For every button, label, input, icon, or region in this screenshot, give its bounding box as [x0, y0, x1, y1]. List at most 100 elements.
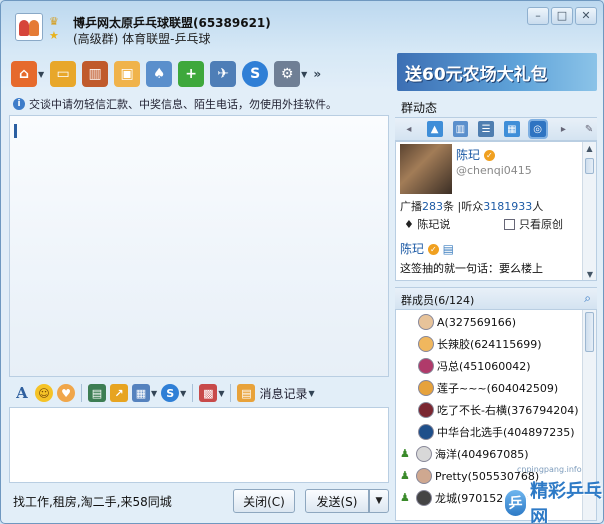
watermark-logo: 乒精彩乒乓网 [503, 477, 603, 523]
image-button[interactable]: ▤ [88, 383, 106, 403]
avatar [416, 446, 432, 462]
history-icon: ▤ [237, 384, 256, 402]
notice-text: 交谈中请勿轻信汇款、中奖信息、陌生电话，勿使用外挂软件。 [29, 98, 337, 111]
apps-icon: ▩ [199, 384, 218, 402]
tab-weibo[interactable]: ◎ [527, 119, 548, 139]
weibo-feed: 陈玘 ✓ @chenqi0415 广播283条 |听众3181933人 ♦ 陈玘… [395, 141, 597, 281]
screenshot-icon: ▦ [132, 384, 150, 402]
window-icon: ▣ [114, 61, 141, 87]
person-icon: ♟ [400, 469, 410, 482]
profile-name[interactable]: 陈玘 ✓ [456, 146, 495, 163]
wrench-icon[interactable]: ✎ [581, 121, 597, 137]
apps-button[interactable]: ♠ [146, 59, 173, 89]
close-button[interactable]: 关闭(C) [233, 489, 295, 513]
image-icon: ▤ [88, 384, 106, 402]
send-options-button[interactable]: ▼ [369, 489, 389, 513]
main-toolbar: ⌂ ▼ ▭ ▥ ▣ ♠ + ✈ S ⚙ ▼ » [11, 57, 321, 91]
tools-button[interactable]: ✈ [210, 59, 237, 89]
message-area[interactable] [9, 115, 389, 377]
divider [230, 384, 232, 402]
right-panel: 群动态 ◂ ▲ ▥ ☰ ▦ ◎ ▸ ✎ [395, 95, 597, 141]
tab-album[interactable]: ▥ [452, 121, 469, 137]
sogou-icon: S [242, 61, 269, 87]
apps-menu-button[interactable]: ▩ ▼ [199, 383, 224, 403]
avatar [416, 468, 432, 484]
font-icon: A [16, 384, 28, 402]
tab-share[interactable]: ▦ [504, 121, 520, 137]
album-button[interactable]: ▥ [82, 59, 109, 89]
screenshot-button[interactable]: ▦ ▼ [132, 383, 157, 403]
settings-icon: ⚙ [274, 61, 301, 87]
profile-photo[interactable] [400, 144, 452, 194]
sogou-input-icon: S [161, 384, 180, 402]
logo-icon: 乒 [503, 488, 529, 518]
divider [81, 384, 82, 402]
window-button[interactable]: ▣ [114, 59, 141, 89]
history-label: 消息记录 [259, 386, 308, 401]
person-icon: ♟ [400, 447, 410, 460]
says-link[interactable]: ♦ 陈玘说 [404, 216, 450, 232]
crown-icon: ♛ [49, 15, 59, 28]
group-title: 博乒网太原乒乓球联盟(65389621) [73, 16, 271, 30]
share-folder-button[interactable]: ▭ [50, 59, 77, 89]
farm-ad-banner[interactable]: 送60元农场大礼包 [397, 53, 597, 91]
members-title: 群成员(6/124) [401, 294, 475, 307]
tools-icon: ✈ [210, 61, 237, 87]
member-item[interactable]: A(327569166) [418, 312, 516, 332]
folder-icon: ▭ [50, 61, 77, 87]
member-item[interactable]: 莲子~~~(604042509) [418, 378, 558, 398]
tab-list[interactable]: ☰ [478, 121, 494, 137]
next-arrow-icon[interactable]: ▸ [556, 121, 572, 137]
avatar [418, 380, 434, 396]
feed-tabs: ◂ ▲ ▥ ☰ ▦ ◎ ▸ ✎ [395, 117, 597, 141]
group-avatar[interactable] [15, 13, 43, 41]
group-subtitle: (高级群) 体育联盟-乒乓球 [73, 32, 211, 46]
avatar [418, 314, 434, 330]
settings-button[interactable]: ⚙ ▼ [274, 59, 307, 89]
apps-icon: ♠ [146, 61, 173, 87]
verified-icon: ✓ [483, 150, 495, 161]
search-icon[interactable]: ⌕ [584, 291, 591, 306]
tab-photo[interactable]: ▲ [426, 121, 443, 137]
post-text: 这签抽的就一句话：要么楼上 [400, 262, 543, 275]
profile-handle: @chenqi0415 [456, 164, 532, 177]
home-icon: ⌂ [11, 61, 37, 87]
minimize-button[interactable]: – [527, 7, 549, 25]
send-file-button[interactable]: ↗ [110, 383, 128, 403]
member-item[interactable]: ♟ 海洋(404967085) [400, 444, 529, 464]
font-button[interactable]: A [13, 383, 31, 403]
person-icon: ♟ [400, 491, 410, 504]
original-only-checkbox[interactable]: 只看原创 [504, 216, 563, 232]
avatar [418, 402, 434, 418]
prev-arrow-icon[interactable]: ◂ [401, 121, 417, 137]
avatar [418, 358, 434, 374]
member-item[interactable]: 吃了不长-右横(376794204) [418, 400, 579, 420]
history-button[interactable]: ▤ 消息记录 ▼ [237, 383, 315, 403]
sogou-input-button[interactable]: S ▼ [161, 383, 186, 403]
member-item[interactable]: 长辣胶(624115699) [418, 334, 542, 354]
message-input[interactable] [9, 407, 389, 483]
maximize-button[interactable]: □ [551, 7, 573, 25]
home-button[interactable]: ⌂ ▼ [11, 59, 44, 89]
safety-notice: i 交谈中请勿轻信汇款、中奖信息、陌生电话，勿使用外挂软件。 [13, 96, 337, 112]
emoji-icon: ☺ [35, 384, 53, 402]
profile-stats: 广播283条 |听众3181933人 [400, 200, 544, 213]
ad-text: 送60元农场大礼包 [405, 64, 548, 85]
avatar [416, 490, 432, 506]
feed-scrollbar[interactable]: ▲ ▼ [582, 142, 596, 280]
sogou-button[interactable]: S [242, 59, 269, 89]
send-button[interactable]: 发送(S) [305, 489, 369, 513]
group-feed-title: 群动态 [401, 101, 438, 115]
bottom-ad-link[interactable]: 找工作,租房,淘二手,来58同城 [13, 493, 172, 510]
star-icon: ★ [49, 29, 59, 42]
add-button[interactable]: + [178, 59, 205, 89]
members-header: 群成员(6/124) ⌕ [395, 287, 597, 309]
emoji-button[interactable]: ☺ [35, 383, 53, 403]
member-item[interactable]: 中华台北选手(404897235) [418, 422, 575, 442]
magic-face-button[interactable]: ♥ [57, 383, 75, 403]
member-item[interactable]: 冯总(451060042) [418, 356, 531, 376]
more-tools-button[interactable]: » [313, 67, 321, 81]
film-icon: ▥ [82, 61, 109, 87]
post-author[interactable]: 陈玘 ✓ ▤ [400, 240, 454, 257]
close-window-button[interactable]: ✕ [575, 7, 597, 25]
